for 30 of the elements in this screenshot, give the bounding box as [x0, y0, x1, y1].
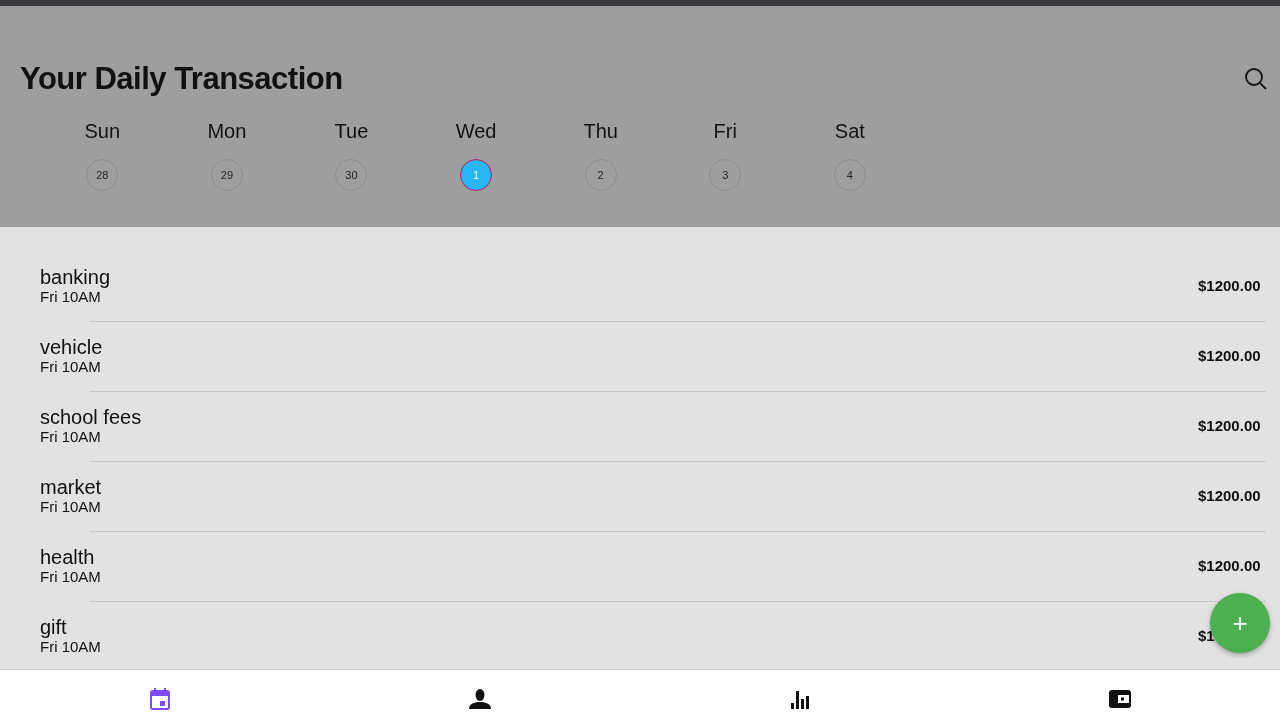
- weekday-label: Fri: [713, 119, 737, 144]
- weekday-label: Mon: [207, 119, 247, 144]
- transaction-amount: $1200.00: [1198, 416, 1261, 434]
- person-icon[interactable]: [469, 689, 491, 709]
- transaction-name: gift: [40, 616, 68, 638]
- transaction-amount: $1200.00: [1198, 346, 1261, 364]
- calendar-icon[interactable]: [150, 688, 170, 710]
- weekday-label: Thu: [583, 119, 618, 144]
- transaction-amount: $1200.00: [1198, 486, 1261, 504]
- transaction-time: Fri 10AM: [40, 358, 102, 376]
- search-icon[interactable]: [1244, 66, 1268, 91]
- transaction-time: Fri 10AM: [40, 498, 102, 516]
- transaction-time: Fri 10AM: [40, 288, 102, 306]
- bar-chart-icon[interactable]: [790, 689, 810, 709]
- transaction-name: banking: [40, 266, 111, 288]
- transaction-name: market: [40, 476, 102, 498]
- page-title: Your Daily Transaction: [20, 60, 343, 98]
- weekday-label: Sun: [84, 119, 121, 144]
- weekday-label: Wed: [455, 119, 497, 144]
- transaction-name: health: [40, 546, 96, 568]
- wallet-icon[interactable]: [1109, 689, 1131, 709]
- weekday-label: Tue: [334, 119, 369, 144]
- weekday-label: Sat: [834, 119, 865, 144]
- transaction-amount: $1200.00: [1198, 556, 1261, 574]
- transaction-time: Fri 10AM: [40, 568, 101, 586]
- transaction-name: school fees: [40, 406, 142, 428]
- transaction-time: Fri 10AM: [40, 638, 101, 656]
- transaction-amount: $1200.00: [1198, 276, 1261, 294]
- transaction-time: Fri 10AM: [40, 428, 102, 446]
- transaction-name: vehicle: [40, 336, 103, 358]
